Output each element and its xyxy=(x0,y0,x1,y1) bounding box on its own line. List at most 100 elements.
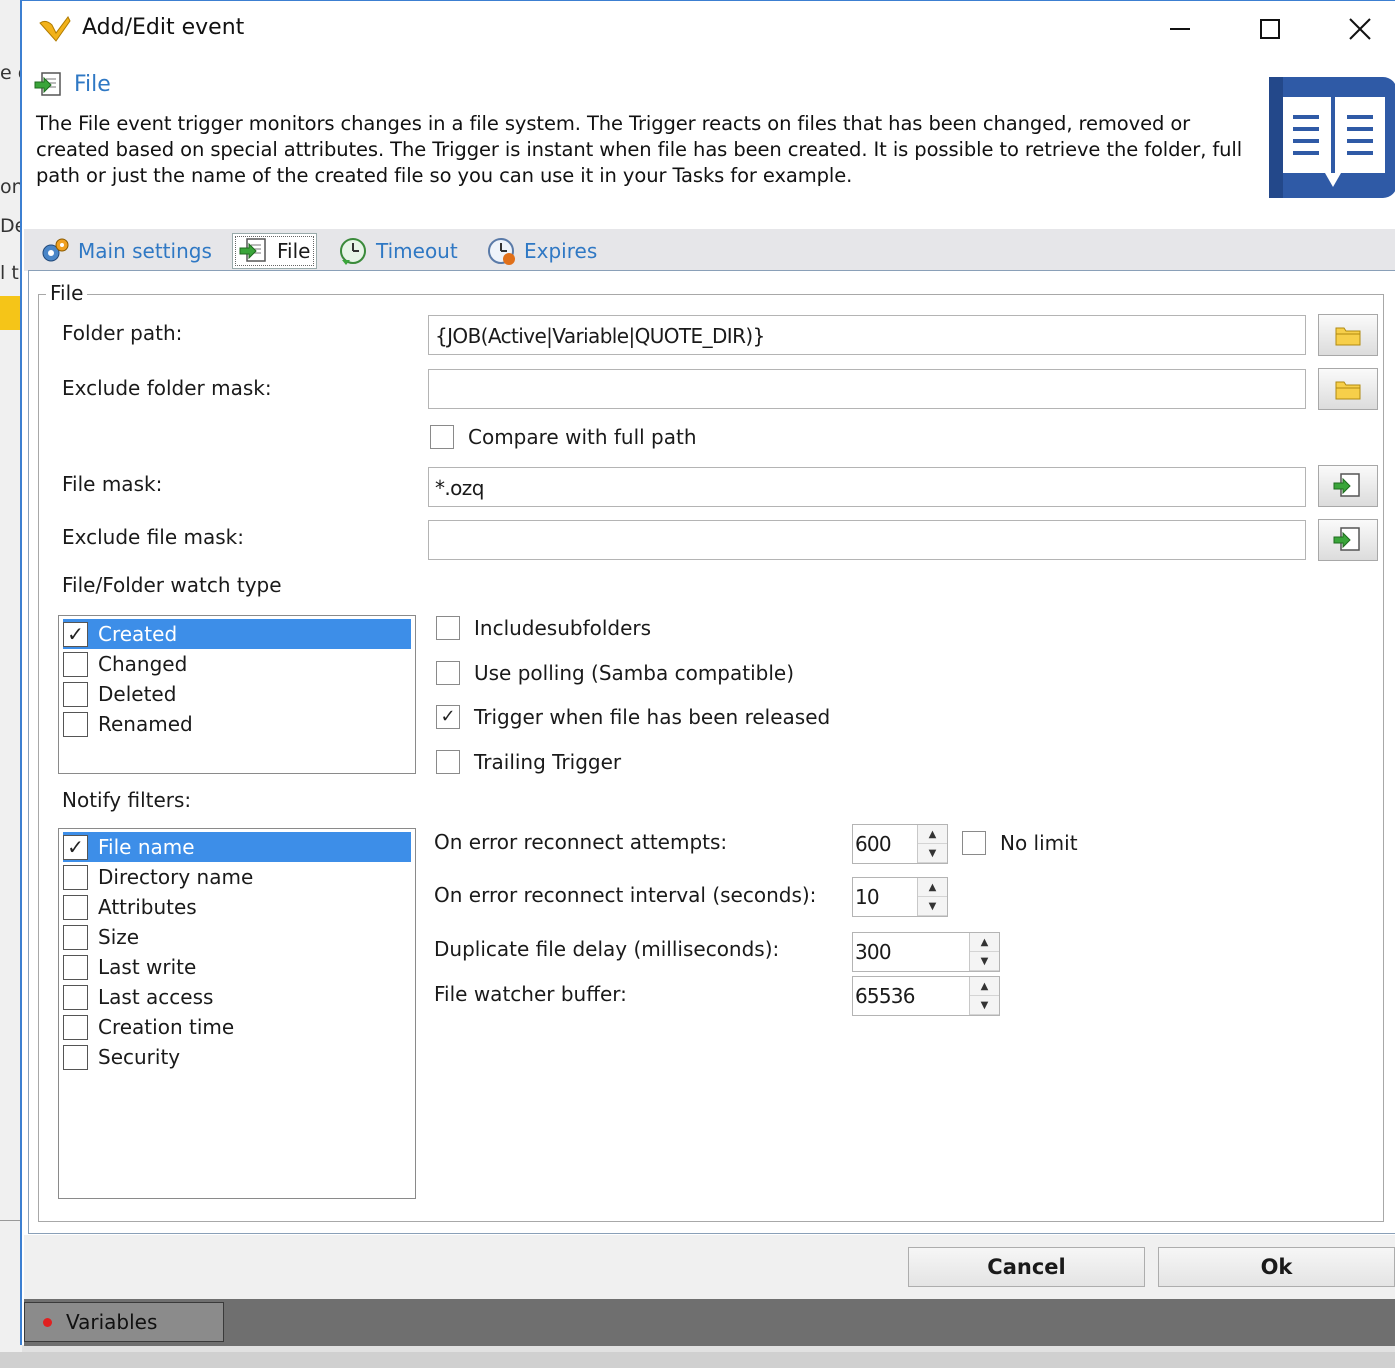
exclude-file-mask-input[interactable] xyxy=(428,520,1306,560)
reconnect-attempts-label: On error reconnect attempts: xyxy=(434,830,728,854)
reconnect-interval-label: On error reconnect interval (seconds): xyxy=(434,883,817,907)
gears-icon xyxy=(42,238,69,262)
list-item[interactable]: Last write xyxy=(63,952,411,982)
duplicate-delay-value[interactable]: 300 xyxy=(853,933,969,971)
maximize-button[interactable] xyxy=(1240,7,1300,51)
exclude-file-mask-picker-button[interactable] xyxy=(1318,519,1378,561)
ok-button[interactable]: Ok xyxy=(1158,1247,1395,1287)
trailing-trigger-label: Trailing Trigger xyxy=(474,750,622,774)
add-edit-event-dialog: Add/Edit event File The File event trigg… xyxy=(20,0,1395,1346)
list-item-label: Changed xyxy=(98,652,188,676)
list-item[interactable]: Last access xyxy=(63,982,411,1012)
list-item-checkbox[interactable] xyxy=(63,924,88,950)
reconnect-interval-value[interactable]: 10 xyxy=(853,878,917,916)
close-icon xyxy=(1349,18,1371,40)
reconnect-attempts-value[interactable]: 600 xyxy=(853,825,917,863)
cancel-button[interactable]: Cancel xyxy=(908,1247,1145,1287)
background-text: l t xyxy=(0,262,19,284)
list-item[interactable]: Creation time xyxy=(63,1012,411,1042)
background-bottom-bar xyxy=(0,1352,1395,1368)
close-button[interactable] xyxy=(1330,7,1390,51)
folder-path-input[interactable]: {JOB(Active|Variable|QUOTE_DIR)} xyxy=(428,315,1306,355)
list-item-label: Last access xyxy=(98,985,214,1009)
trigger-released-checkbox[interactable]: ✓ xyxy=(436,705,460,729)
trailing-trigger-checkbox[interactable] xyxy=(436,750,460,774)
list-item-label: Deleted xyxy=(98,682,177,706)
footer-bar xyxy=(24,1299,1395,1346)
use-polling-checkbox[interactable] xyxy=(436,661,460,685)
list-item[interactable]: Security xyxy=(63,1042,411,1072)
file-mask-picker-button[interactable] xyxy=(1318,465,1378,507)
list-item-checkbox[interactable] xyxy=(63,894,88,920)
file-mask-input[interactable]: *.ozq xyxy=(428,467,1306,507)
watcher-buffer-stepper[interactable]: 65536 ▲ ▼ xyxy=(852,976,1000,1016)
variables-tab[interactable]: Variables xyxy=(24,1302,224,1342)
minimize-button[interactable] xyxy=(1150,7,1210,51)
list-item-checkbox[interactable] xyxy=(63,681,88,707)
file-arrow-icon xyxy=(34,72,61,96)
exclude-folder-mask-input[interactable] xyxy=(428,369,1306,409)
list-item-checkbox[interactable] xyxy=(63,984,88,1010)
watcher-buffer-value[interactable]: 65536 xyxy=(853,977,969,1015)
tab-main-settings[interactable]: Main settings xyxy=(34,233,218,269)
list-item[interactable]: Changed xyxy=(63,649,411,679)
list-item-checkbox[interactable] xyxy=(63,954,88,980)
list-item[interactable]: Directory name xyxy=(63,862,411,892)
duplicate-delay-stepper[interactable]: 300 ▲ ▼ xyxy=(852,932,1000,972)
list-item[interactable]: Renamed xyxy=(63,709,411,739)
list-item-label: Size xyxy=(98,925,140,949)
tab-file[interactable]: File xyxy=(232,233,318,269)
tab-timeout[interactable]: Timeout xyxy=(332,233,464,269)
watch-type-label: File/Folder watch type xyxy=(62,573,282,597)
list-item[interactable]: ✓ File name xyxy=(63,832,411,862)
reconnect-attempts-stepper[interactable]: 600 ▲ ▼ xyxy=(852,824,948,864)
list-item-label: Security xyxy=(98,1045,181,1069)
window-title: Add/Edit event xyxy=(82,15,245,40)
spin-up-icon[interactable]: ▲ xyxy=(970,933,999,952)
no-limit-checkbox[interactable] xyxy=(962,831,986,855)
list-item-checkbox[interactable] xyxy=(63,711,88,737)
spin-down-icon[interactable]: ▼ xyxy=(970,952,999,971)
file-arrow-icon xyxy=(239,238,266,262)
watcher-buffer-label: File watcher buffer: xyxy=(434,982,627,1006)
section-description: The File event trigger monitors changes … xyxy=(36,112,1243,187)
list-item[interactable]: Size xyxy=(63,922,411,952)
exclude-folder-mask-label: Exclude folder mask: xyxy=(62,376,272,400)
spin-up-icon[interactable]: ▲ xyxy=(970,977,999,996)
spin-down-icon[interactable]: ▼ xyxy=(918,844,947,863)
tab-label: Main settings xyxy=(78,239,212,263)
list-item[interactable]: Attributes xyxy=(63,892,411,922)
browse-exclude-folder-button[interactable] xyxy=(1318,368,1378,410)
list-item-checkbox[interactable] xyxy=(63,1014,88,1040)
list-item-checkbox[interactable] xyxy=(63,1044,88,1070)
list-item-checkbox[interactable] xyxy=(63,864,88,890)
reconnect-interval-stepper[interactable]: 10 ▲ ▼ xyxy=(852,877,948,917)
list-item-checkbox[interactable]: ✓ xyxy=(63,834,88,860)
background-highlight xyxy=(0,296,20,330)
spin-up-icon[interactable]: ▲ xyxy=(918,878,947,897)
compare-full-path-label: Compare with full path xyxy=(468,425,697,449)
list-item-checkbox[interactable] xyxy=(63,651,88,677)
duplicate-delay-label: Duplicate file delay (milliseconds): xyxy=(434,937,780,961)
list-item-label: Renamed xyxy=(98,712,193,736)
notify-filters-list[interactable]: ✓ File name Directory name Attributes Si… xyxy=(58,828,416,1199)
tab-expires[interactable]: Expires xyxy=(480,233,603,269)
clock-icon xyxy=(340,238,366,265)
exclude-file-mask-label: Exclude file mask: xyxy=(62,525,245,549)
list-item[interactable]: Deleted xyxy=(63,679,411,709)
browse-folder-button[interactable] xyxy=(1318,314,1378,356)
include-subfolders-checkbox[interactable] xyxy=(436,616,460,640)
list-item[interactable]: ✓ Created xyxy=(63,619,411,649)
use-polling-label: Use polling (Samba compatible) xyxy=(474,661,795,685)
spin-down-icon[interactable]: ▼ xyxy=(918,897,947,916)
list-item-label: Last write xyxy=(98,955,197,979)
folder-icon xyxy=(1335,327,1361,346)
list-item-checkbox[interactable]: ✓ xyxy=(63,621,88,647)
file-arrow-icon xyxy=(1333,473,1360,497)
compare-full-path-checkbox[interactable] xyxy=(430,425,454,449)
no-limit-label: No limit xyxy=(1000,831,1078,855)
spin-down-icon[interactable]: ▼ xyxy=(970,996,999,1015)
spin-up-icon[interactable]: ▲ xyxy=(918,825,947,844)
tab-strip xyxy=(24,229,1395,271)
watch-type-list[interactable]: ✓ Created Changed Deleted Renamed xyxy=(58,615,416,774)
